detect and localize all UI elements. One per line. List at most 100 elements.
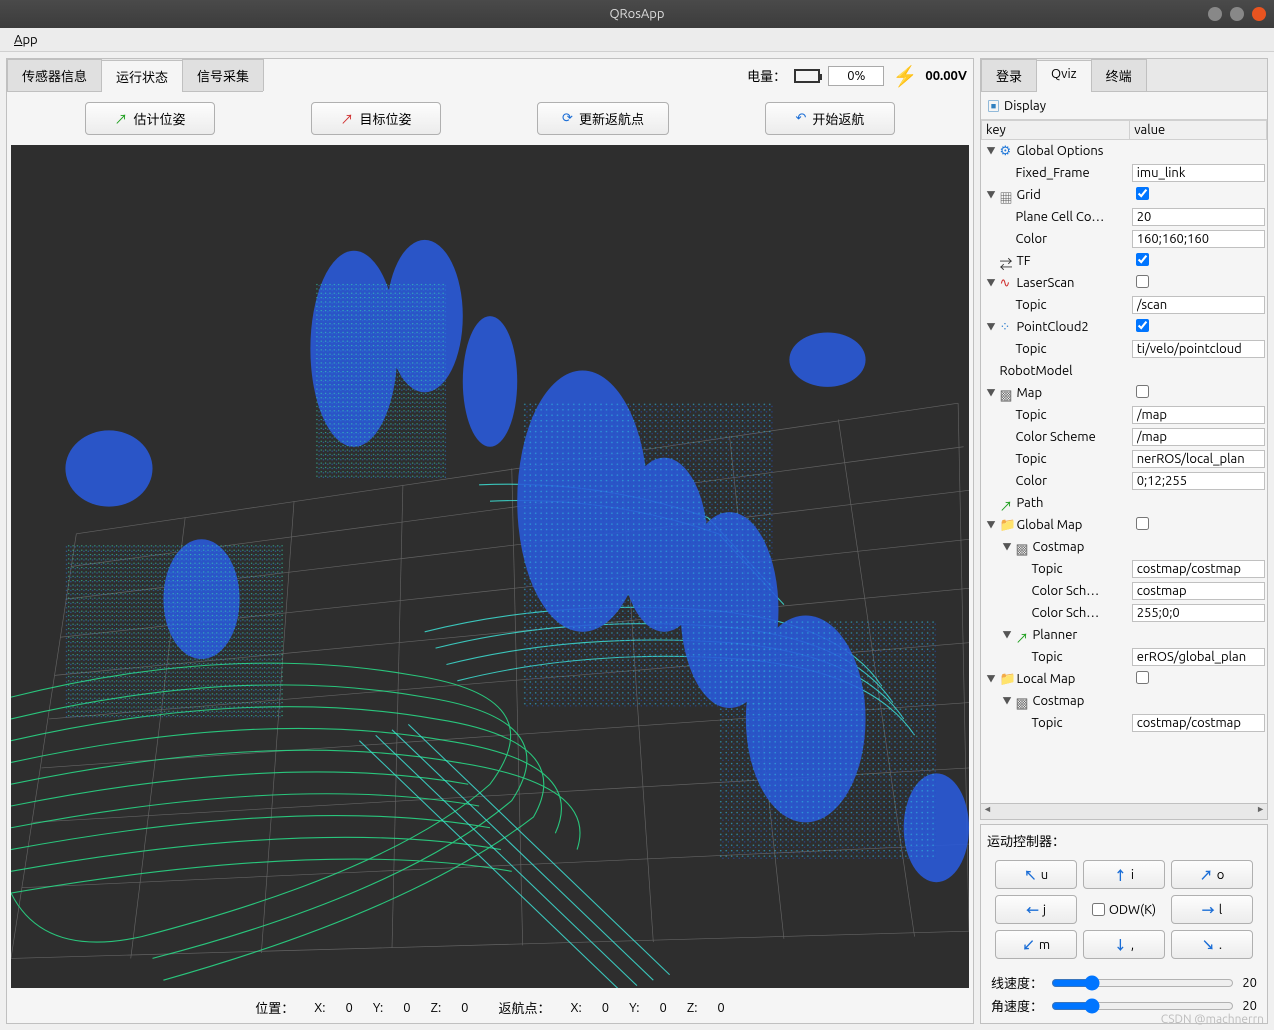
tree-row[interactable]: ▼▩Costmap <box>982 536 1267 558</box>
tree-row[interactable]: ▼▦Grid <box>982 184 1267 206</box>
expander-icon[interactable]: ▼ <box>986 519 997 530</box>
expander-icon[interactable]: ▼ <box>986 145 997 156</box>
motion-o-button[interactable]: ↗o <box>1171 860 1253 889</box>
angular-speed-slider[interactable] <box>1051 998 1234 1014</box>
tree-value-checkbox[interactable] <box>1136 319 1149 332</box>
tree-value-input[interactable] <box>1132 604 1265 622</box>
menu-app[interactable]: App <box>8 31 44 49</box>
tree-key-label: Planner <box>1033 628 1078 642</box>
tree-row[interactable]: ▼∿LaserScan <box>982 272 1267 294</box>
tree-row[interactable]: Plane Cell Co… <box>982 206 1267 228</box>
expander-icon[interactable]: ▼ <box>986 189 997 200</box>
tree-row[interactable]: ⇄TF <box>982 250 1267 272</box>
ret-y: 0 <box>659 1001 666 1015</box>
col-value[interactable]: value <box>1130 121 1267 140</box>
expander-icon[interactable]: ▼ <box>986 387 997 398</box>
tree-key-label: Color <box>1016 232 1048 246</box>
tab-login[interactable]: 登录 <box>981 59 1037 91</box>
expander-icon[interactable]: ▼ <box>1002 629 1013 640</box>
expander-icon <box>1018 717 1029 728</box>
tree-row[interactable]: ▼↗Planner <box>982 624 1267 646</box>
motion-odw-checkbox[interactable]: ODW(K) <box>1083 895 1165 924</box>
motion-j-button[interactable]: ←j <box>995 895 1077 924</box>
target-pose-button[interactable]: ↗目标位姿 <box>311 102 441 135</box>
tree-value-input[interactable] <box>1132 164 1265 182</box>
tree-row[interactable]: ▼⁘PointCloud2 <box>982 316 1267 338</box>
tree-value-checkbox[interactable] <box>1136 253 1149 266</box>
window-minimize-button[interactable] <box>1208 7 1222 21</box>
update-return-button[interactable]: ⟳更新返航点 <box>537 102 669 135</box>
property-tree[interactable]: key value ▼⚙Global OptionsFixed_Frame▼▦G… <box>981 120 1267 803</box>
tab-terminal[interactable]: 终端 <box>1091 59 1147 91</box>
tree-value-input[interactable] <box>1132 230 1265 248</box>
tree-value-input[interactable] <box>1132 340 1265 358</box>
tree-value-input[interactable] <box>1132 472 1265 490</box>
window-maximize-button[interactable] <box>1230 7 1244 21</box>
expander-icon[interactable]: ▼ <box>986 673 997 684</box>
tree-value-input[interactable] <box>1132 406 1265 424</box>
tree-key-label: Grid <box>1017 188 1041 202</box>
pointcloud-viewport[interactable] <box>11 145 969 988</box>
tree-row[interactable]: Color <box>982 470 1267 492</box>
window-title: QRosApp <box>609 7 664 21</box>
tab-qviz[interactable]: Qviz <box>1036 60 1092 92</box>
tab-run-status[interactable]: 运行状态 <box>101 60 183 92</box>
tree-row[interactable]: Topic <box>982 294 1267 316</box>
tree-row[interactable]: Color Scheme <box>982 426 1267 448</box>
tree-value-checkbox[interactable] <box>1136 385 1149 398</box>
tree-value-input[interactable] <box>1132 450 1265 468</box>
tree-row[interactable]: ▼📁Local Map <box>982 668 1267 690</box>
tree-value-input[interactable] <box>1132 582 1265 600</box>
tree-value-input[interactable] <box>1132 648 1265 666</box>
expander-icon[interactable]: ▼ <box>986 277 997 288</box>
battery-voltage: 00.00V <box>925 69 967 83</box>
motion-i-button[interactable]: ↑i <box>1083 860 1165 889</box>
display-icon: ▣ <box>987 96 1000 115</box>
tree-value-checkbox[interactable] <box>1136 275 1149 288</box>
tree-row[interactable]: ↗Path <box>982 492 1267 514</box>
tree-row[interactable]: ▼▩Costmap <box>982 690 1267 712</box>
window-close-button[interactable] <box>1252 7 1266 21</box>
tree-value-input[interactable] <box>1132 714 1265 732</box>
tab-signal-capture[interactable]: 信号采集 <box>182 59 264 91</box>
tab-sensor-info[interactable]: 传感器信息 <box>7 59 102 91</box>
tree-row[interactable]: Color Sch… <box>982 602 1267 624</box>
tree-row[interactable]: ▼▩Map <box>982 382 1267 404</box>
tree-row[interactable]: Fixed_Frame <box>982 162 1267 184</box>
expander-icon <box>1018 651 1029 662</box>
tree-value-checkbox[interactable] <box>1136 187 1149 200</box>
motion-m-button[interactable]: ↙m <box>995 930 1077 959</box>
tree-hscrollbar[interactable] <box>981 803 1267 819</box>
start-return-button[interactable]: ↶开始返航 <box>765 102 895 135</box>
expander-icon[interactable]: ▼ <box>1002 695 1013 706</box>
expander-icon[interactable]: ▼ <box>1002 541 1013 552</box>
tree-row[interactable]: Topic <box>982 646 1267 668</box>
estimate-pose-button[interactable]: ↗估计位姿 <box>85 102 215 135</box>
tree-value-input[interactable] <box>1132 296 1265 314</box>
tree-row[interactable]: Topic <box>982 712 1267 734</box>
battery-area: 电量： 0% ⚡ 00.00V <box>741 60 973 92</box>
expander-icon[interactable]: ▼ <box>986 321 997 332</box>
motion-comma-button[interactable]: ↓, <box>1083 930 1165 959</box>
tree-row[interactable]: Topic <box>982 338 1267 360</box>
linear-speed-slider[interactable] <box>1051 975 1234 991</box>
motion-u-button[interactable]: ↖u <box>995 860 1077 889</box>
col-key[interactable]: key <box>982 121 1130 140</box>
tree-row[interactable]: Color <box>982 228 1267 250</box>
tree-value-input[interactable] <box>1132 428 1265 446</box>
tree-value-input[interactable] <box>1132 560 1265 578</box>
tree-row[interactable]: ▼📁Global Map <box>982 514 1267 536</box>
tree-row[interactable]: Color Sch… <box>982 580 1267 602</box>
tree-row[interactable]: Topic <box>982 404 1267 426</box>
tree-row[interactable]: Topic <box>982 558 1267 580</box>
tree-row[interactable]: Topic <box>982 448 1267 470</box>
tree-value-checkbox[interactable] <box>1136 517 1149 530</box>
tree-row[interactable]: RobotModel <box>982 360 1267 382</box>
motion-l-button[interactable]: →l <box>1171 895 1253 924</box>
tree-value-checkbox[interactable] <box>1136 671 1149 684</box>
tree-row[interactable]: ▼⚙Global Options <box>982 140 1267 162</box>
path-icon: ↗ <box>1000 496 1014 510</box>
motion-dot-button[interactable]: ↘. <box>1171 930 1253 959</box>
tree-value-input[interactable] <box>1132 208 1265 226</box>
expander-icon <box>1002 475 1013 486</box>
